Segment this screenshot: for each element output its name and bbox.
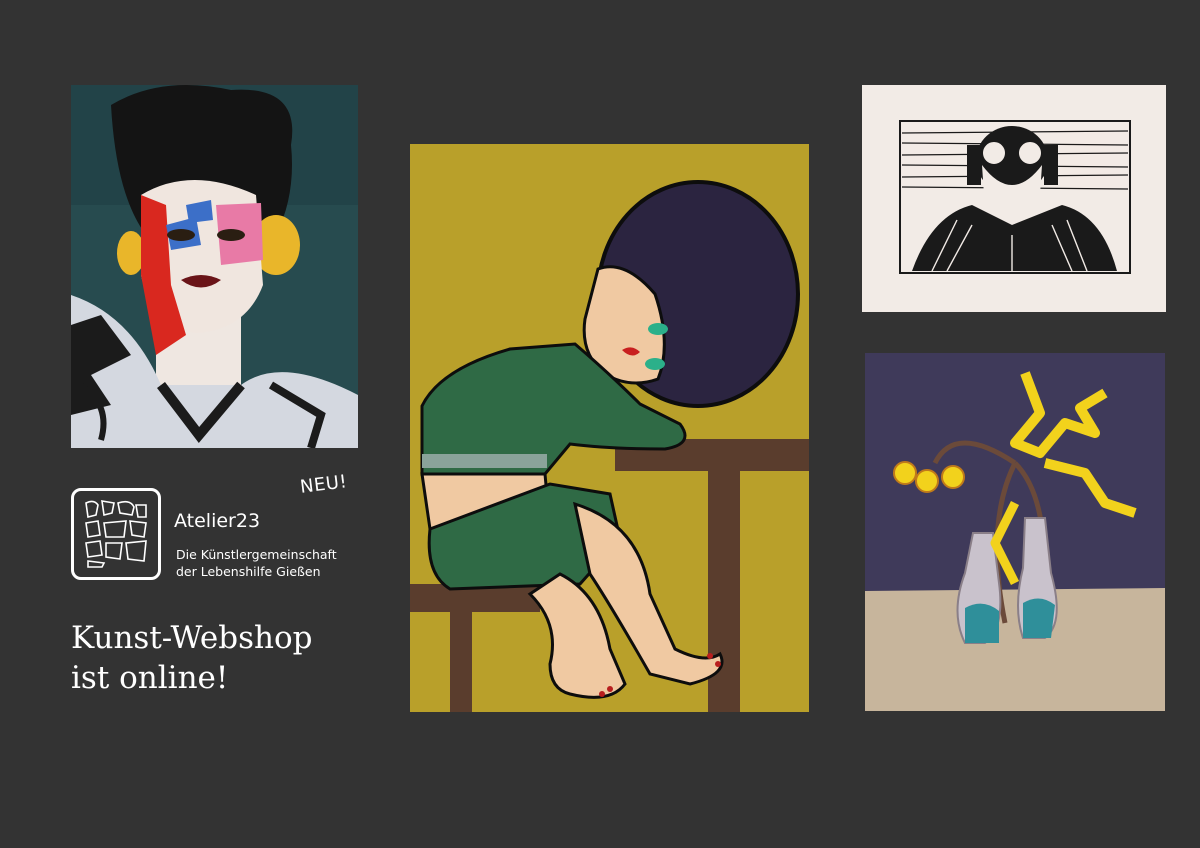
artwork-linocut-binoculars xyxy=(862,85,1166,312)
artwork-portrait xyxy=(71,85,358,448)
headline-line-2: ist online! xyxy=(71,660,229,696)
brand-tagline: Die Künstlergemeinschaft der Lebenshilfe… xyxy=(176,546,366,580)
headline-line-1: Kunst-Webshop xyxy=(71,620,313,656)
new-badge: NEU! xyxy=(298,471,349,498)
artwork-vases-flowers xyxy=(865,353,1165,711)
headline: Kunst-Webshop ist online! xyxy=(71,618,391,698)
artwork-seated-figure xyxy=(410,144,809,712)
brand-tagline-line-1: Die Künstlergemeinschaft xyxy=(176,547,337,562)
brand-tagline-line-2: der Lebenshilfe Gießen xyxy=(176,564,321,579)
atelier23-logo-icon xyxy=(71,488,161,580)
brand-name: Atelier23 xyxy=(174,510,261,532)
